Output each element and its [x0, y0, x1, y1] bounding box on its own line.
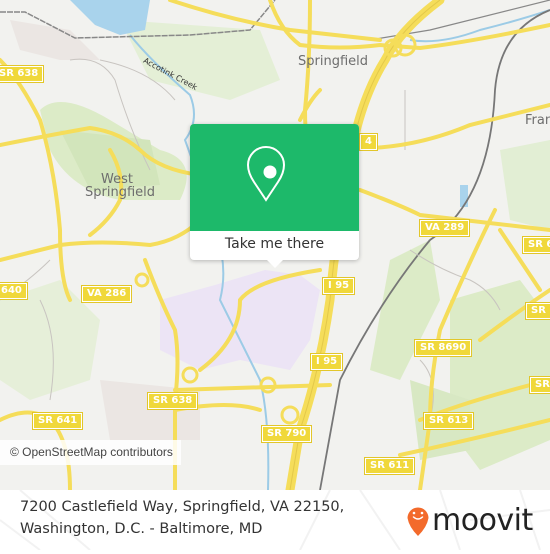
moovit-smiley-pin-icon [407, 507, 429, 536]
interchange [134, 272, 150, 288]
route-shield-va-286: VA 286 [80, 285, 133, 303]
military-area [160, 270, 320, 370]
route-shield-sr: SR 6 [521, 236, 550, 254]
route-shield-sr: SR [525, 302, 550, 320]
residential-area [10, 20, 100, 60]
take-me-there-button[interactable]: Take me there [190, 231, 359, 260]
route-shield-sr-638: SR 638 [0, 65, 45, 83]
place-label-west-springfield: Springfield [85, 185, 156, 200]
route-shield-i644: 4 [359, 133, 378, 151]
map-pin-icon [246, 146, 286, 202]
road [173, 383, 332, 392]
route-shield-sr-641: SR 641 [31, 412, 84, 430]
place-label-franconia: Fran [525, 113, 550, 128]
moovit-logo[interactable]: moovit [406, 500, 533, 540]
creek-line [409, 9, 550, 43]
route-shield-sr-8690: SR 8690 [413, 339, 473, 357]
route-shield-sr-790: SR 790 [260, 425, 313, 443]
pond [460, 185, 468, 207]
interchange [181, 366, 199, 384]
address-text: 7200 Castlefield Way, Springfield, VA 22… [20, 496, 344, 540]
address-line-2: Washington, D.C. - Baltimore, MD [20, 521, 263, 537]
reservoir [70, 0, 150, 35]
road [298, 88, 322, 122]
place-label-springfield: Springfield [298, 54, 369, 69]
route-shield-va-289: VA 289 [418, 219, 471, 237]
moovit-wordmark: moovit [432, 502, 533, 538]
route-shield-i95: I 95 [309, 353, 344, 371]
park-area [500, 140, 550, 230]
route-shield-i95: I 95 [321, 277, 356, 295]
route-shield-sr-638: SR 638 [146, 392, 199, 410]
route-shield-sr-640: 640 [0, 282, 28, 300]
road [0, 58, 72, 302]
route-shield-sr-611: SR 611 [363, 457, 416, 475]
park-area [370, 240, 440, 380]
location-popup: Take me there [190, 124, 359, 268]
popup-pointer [267, 260, 283, 268]
map-attribution[interactable]: © OpenStreetMap contributors [0, 440, 181, 465]
interchange [280, 405, 300, 425]
address-line-1: 7200 Castlefield Way, Springfield, VA 22… [20, 499, 345, 515]
route-shield-sr: SR [529, 376, 550, 394]
popup-header [190, 124, 359, 231]
route-shield-sr-613: SR 613 [422, 412, 475, 430]
